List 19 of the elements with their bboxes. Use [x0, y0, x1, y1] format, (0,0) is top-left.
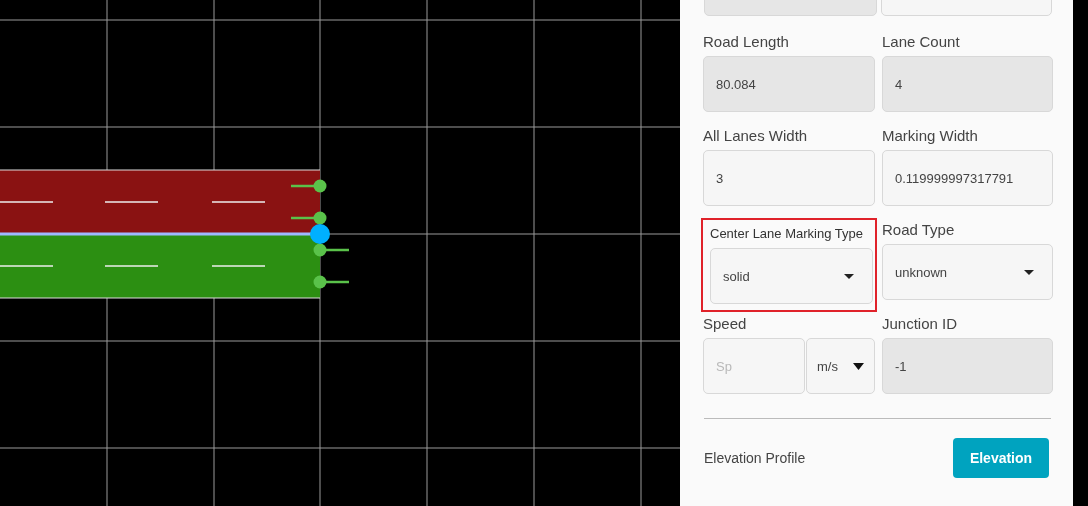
caret-icon — [1024, 269, 1034, 275]
section-label: Elevation Profile — [704, 450, 806, 466]
dropdown[interactable]: unknown — [882, 244, 1053, 300]
caret-icon — [844, 273, 854, 279]
input-field[interactable]: Sp — [703, 338, 805, 394]
input-field[interactable]: 0.119999997317791 — [882, 150, 1053, 206]
field-label: Junction ID — [882, 314, 959, 334]
unit-dropdown[interactable]: m/s — [806, 338, 875, 394]
caret-icon — [853, 362, 864, 370]
field-label: Lane Count — [882, 32, 961, 52]
field-label: Road Length — [703, 32, 790, 52]
field-label: Center Lane Marking Type — [710, 225, 864, 243]
road-drawing[interactable] — [0, 169, 349, 299]
field-label: Marking Width — [882, 126, 979, 146]
input-field[interactable]: 3 — [703, 150, 875, 206]
field-label: Speed — [703, 314, 748, 334]
field-label: Road Type — [882, 220, 956, 240]
dropdown[interactable]: solid — [710, 248, 873, 304]
field-label: All Lanes Width — [703, 126, 809, 146]
